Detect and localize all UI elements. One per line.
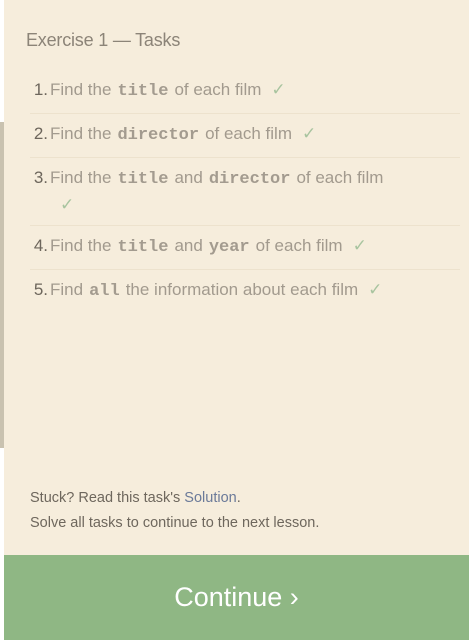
task-text: Find the (50, 168, 112, 187)
task-text: of each film (296, 168, 384, 187)
task-code: title (117, 170, 169, 189)
check-icon: ✓ (302, 124, 317, 143)
task-text: Find (50, 280, 84, 299)
task-text: Find the (50, 80, 112, 99)
task-code: title (117, 238, 169, 257)
task-list: 1. Find the title of each film ✓ 2. Find th… (30, 70, 460, 313)
stuck-suffix: . (236, 490, 241, 506)
task-text: the information about each film (125, 280, 359, 299)
task-code: director (208, 170, 291, 189)
stuck-line: Stuck? Read this task's Solution. (30, 486, 319, 511)
check-icon: ✓ (60, 195, 75, 214)
task-number: 4. (33, 236, 48, 255)
task-number: 2. (33, 124, 48, 143)
stuck-prefix: Stuck? Read this task's (30, 490, 185, 506)
task-text: and (174, 236, 203, 255)
task-text: Find the (50, 236, 112, 255)
solution-link[interactable]: Solution (184, 490, 236, 506)
task-code: title (117, 82, 169, 101)
check-icon: ✓ (271, 80, 286, 99)
task-text: of each film (174, 80, 262, 99)
task-code: year (208, 238, 250, 257)
task-text: Find the (50, 124, 112, 143)
task-item-5: 5. Find all the information about each fil… (30, 269, 460, 313)
task-code: director (117, 126, 200, 145)
task-number: 1. (33, 80, 48, 99)
tasks-panel: Exercise 1 — Tasks 1. Find the title of ea… (4, 0, 469, 555)
panel-title: Exercise 1 — Tasks (26, 30, 181, 50)
check-icon: ✓ (368, 280, 383, 299)
continue-note: Solve all tasks to continue to the next … (30, 515, 320, 531)
task-text: and (174, 168, 203, 187)
task-item-3: 3. Find the title and director of each film ✓ (30, 157, 460, 225)
task-number: 5. (33, 280, 48, 299)
task-item-2: 2. Find the director of each film ✓ (30, 113, 460, 157)
task-item-4: 4. Find the title and year of each film ✓ (30, 225, 460, 269)
task-item-1: 1. Find the title of each film ✓ (30, 70, 460, 113)
hint-text: Stuck? Read this task's Solution. Solve … (30, 486, 319, 536)
task-code: all (89, 282, 120, 301)
task-number: 3. (33, 168, 48, 187)
check-icon: ✓ (352, 236, 367, 255)
task-text: of each film (255, 236, 343, 255)
continue-button[interactable]: Continue › (4, 555, 469, 640)
task-text: of each film (205, 124, 292, 143)
